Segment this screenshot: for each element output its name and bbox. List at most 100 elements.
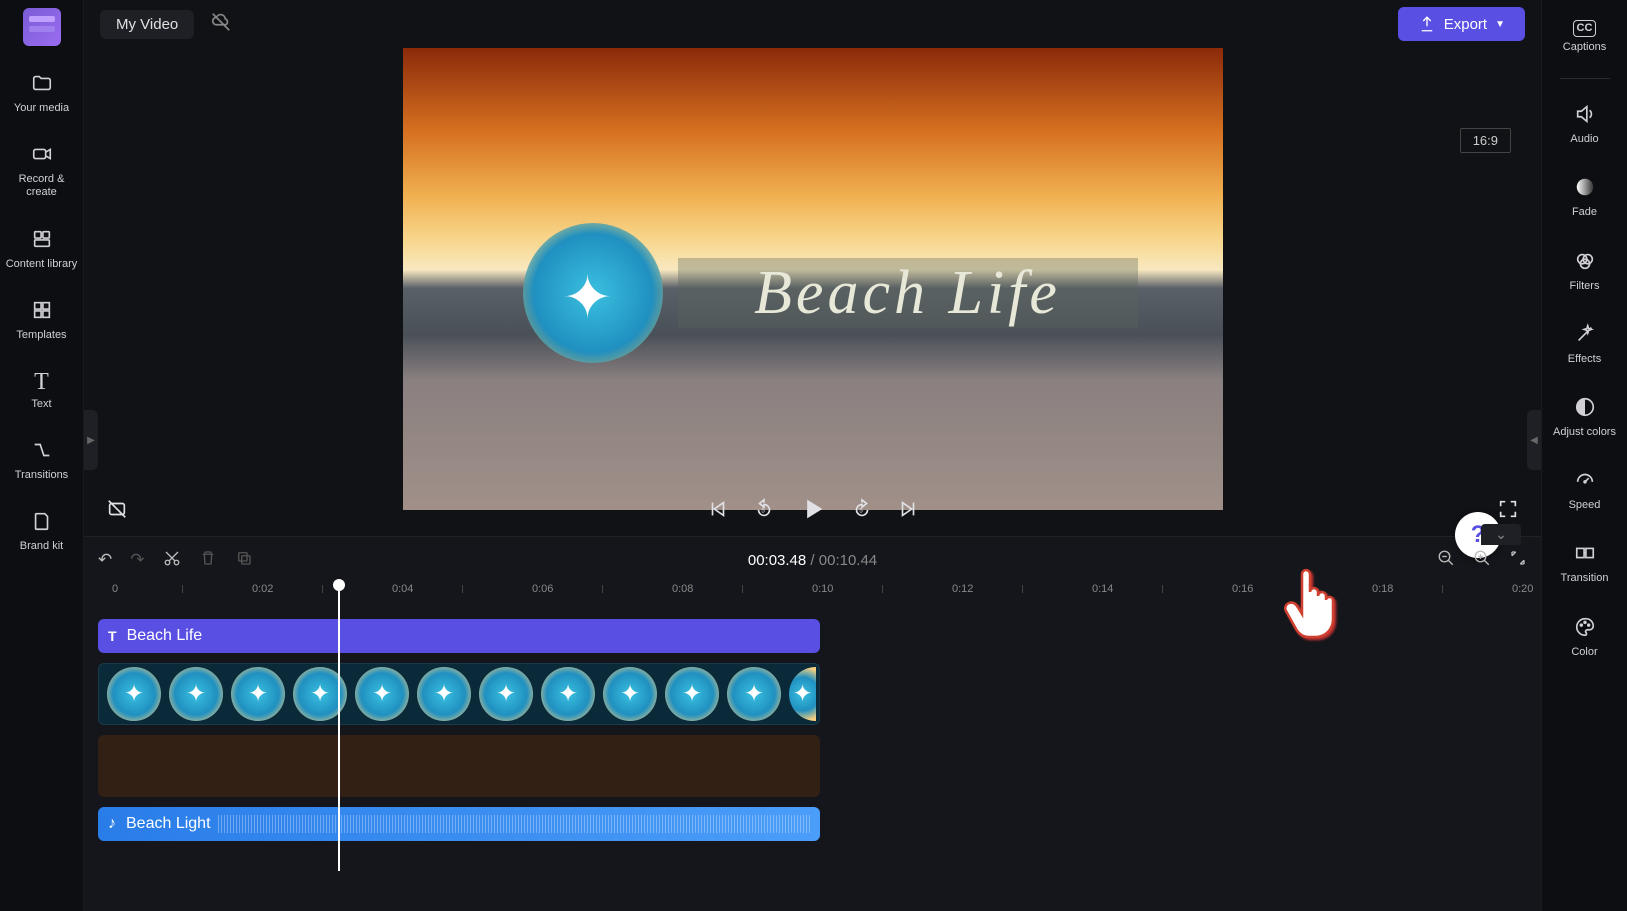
forward-5-icon[interactable]: 5 [851, 498, 873, 526]
sticker-thumb [541, 667, 595, 721]
rail-captions[interactable]: CC Captions [1542, 10, 1627, 64]
rail-your-media[interactable]: Your media [0, 62, 83, 125]
fullscreen-icon[interactable] [1497, 498, 1519, 526]
project-title[interactable]: My Video [100, 10, 194, 39]
ruler-minor-tick [182, 585, 183, 593]
ruler-minor-tick [1162, 585, 1163, 593]
ruler-minor-tick [462, 585, 463, 593]
export-label: Export [1444, 16, 1487, 33]
sticker-thumb [727, 667, 781, 721]
playhead[interactable] [338, 583, 340, 871]
rail-label: Adjust colors [1553, 426, 1616, 439]
preview-canvas[interactable]: ✦ Beach Life [403, 48, 1223, 510]
rail-transitions[interactable]: Transitions [0, 429, 83, 492]
current-time: 00:03.48 [748, 552, 806, 569]
rail-audio[interactable]: Audio [1542, 93, 1627, 156]
transition-icon [31, 439, 53, 465]
separator [1560, 78, 1610, 79]
text-clip-label: Beach Life [127, 627, 203, 645]
rail-label: Text [31, 398, 51, 411]
rail-speed[interactable]: Speed [1542, 459, 1627, 522]
rail-text[interactable]: T Text [0, 360, 83, 421]
svg-text:5: 5 [761, 508, 765, 515]
expand-left-panel-handle[interactable]: ▶ [84, 410, 98, 470]
export-button[interactable]: Export ▼ [1398, 7, 1525, 41]
rail-label: Filters [1570, 280, 1600, 293]
rail-record-create[interactable]: Record & create [0, 133, 83, 209]
left-rail: Your media Record & create Content libra… [0, 0, 84, 911]
app-logo [23, 8, 61, 46]
redo-icon[interactable]: ↷ [130, 550, 144, 570]
zoom-in-icon[interactable] [1473, 549, 1491, 572]
timeline-ruler[interactable]: 00:020:040:060:080:100:120:140:160:180:2… [98, 583, 1527, 611]
preview-area: ✦ Beach Life 16:9 5 5 [84, 48, 1541, 536]
library-icon [31, 228, 53, 254]
collapse-right-panel-icon[interactable]: ⌄ [1481, 524, 1521, 545]
undo-icon[interactable]: ↶ [98, 550, 112, 570]
rail-label: Your media [14, 102, 69, 115]
preview-title-overlay: Beach Life [678, 258, 1138, 328]
player-bar: 5 5 [84, 488, 1541, 536]
ruler-tick: 0 [112, 583, 118, 595]
rail-color[interactable]: Color [1542, 606, 1627, 669]
rail-label: Templates [16, 329, 66, 342]
rail-label: Captions [1563, 41, 1606, 54]
zoom-out-icon[interactable] [1437, 549, 1455, 572]
speed-icon [1574, 469, 1596, 495]
text-icon: T [34, 370, 49, 394]
ruler-tick: 0:02 [252, 583, 273, 595]
rail-effects[interactable]: Effects [1542, 313, 1627, 376]
skip-back-icon[interactable] [707, 498, 729, 526]
ruler-minor-tick [742, 585, 743, 593]
rewind-5-icon[interactable]: 5 [753, 498, 775, 526]
tracks-container: T Beach Life [84, 611, 1541, 911]
cc-icon: CC [1573, 20, 1597, 37]
rail-label: Record & create [4, 173, 79, 199]
play-icon[interactable] [799, 495, 827, 530]
transition-icon [1574, 542, 1596, 568]
ruler-tick: 0:14 [1092, 583, 1113, 595]
aspect-ratio-badge[interactable]: 16:9 [1460, 128, 1511, 153]
effects-icon [1574, 323, 1596, 349]
delete-icon[interactable] [199, 549, 217, 572]
rail-transition[interactable]: Transition [1542, 532, 1627, 595]
sticker-track-clip[interactable] [98, 663, 820, 725]
ruler-minor-tick [322, 585, 323, 593]
skip-forward-icon[interactable] [897, 498, 919, 526]
rail-filters[interactable]: Filters [1542, 240, 1627, 303]
ruler-tick: 0:04 [392, 583, 413, 595]
text-track-clip[interactable]: T Beach Life [98, 619, 820, 653]
filters-icon [1574, 250, 1596, 276]
ruler-minor-tick [602, 585, 603, 593]
rail-label: Brand kit [20, 540, 63, 553]
rail-adjust-colors[interactable]: Adjust colors [1542, 386, 1627, 449]
fit-timeline-icon[interactable] [1509, 549, 1527, 572]
rail-label: Transitions [15, 469, 68, 482]
ruler-tick: 0:08 [672, 583, 693, 595]
expand-right-panel-handle[interactable]: ◀ [1527, 410, 1541, 470]
ruler-tick: 0:10 [812, 583, 833, 595]
audio-track-clip[interactable]: ♪ Beach Light [98, 807, 820, 841]
rail-content-library[interactable]: Content library [0, 218, 83, 281]
speaker-icon [1574, 103, 1596, 129]
grid-icon [31, 299, 53, 325]
rail-label: Transition [1561, 572, 1609, 585]
sticker-thumb [479, 667, 533, 721]
cut-icon[interactable] [163, 549, 181, 572]
video-track-clip[interactable] [98, 735, 820, 797]
cloud-sync-off-icon[interactable] [210, 11, 232, 38]
timeline-toolbar: ↶ ↷ 00:03.48 / 00:10.44 [84, 537, 1541, 583]
rail-templates[interactable]: Templates [0, 289, 83, 352]
rail-label: Speed [1569, 499, 1601, 512]
duration: 00:10.44 [819, 552, 877, 569]
disable-preview-icon[interactable] [106, 498, 128, 526]
rail-fade[interactable]: Fade [1542, 166, 1627, 229]
rail-label: Effects [1568, 353, 1601, 366]
rail-brand-kit[interactable]: Brand kit [0, 500, 83, 563]
duplicate-icon[interactable] [235, 549, 253, 572]
color-icon [1574, 616, 1596, 642]
rail-label: Audio [1570, 133, 1598, 146]
ruler-minor-tick [882, 585, 883, 593]
rail-label: Color [1571, 646, 1597, 659]
right-rail: CC Captions Audio Fade Filters Effects A… [1541, 0, 1627, 911]
